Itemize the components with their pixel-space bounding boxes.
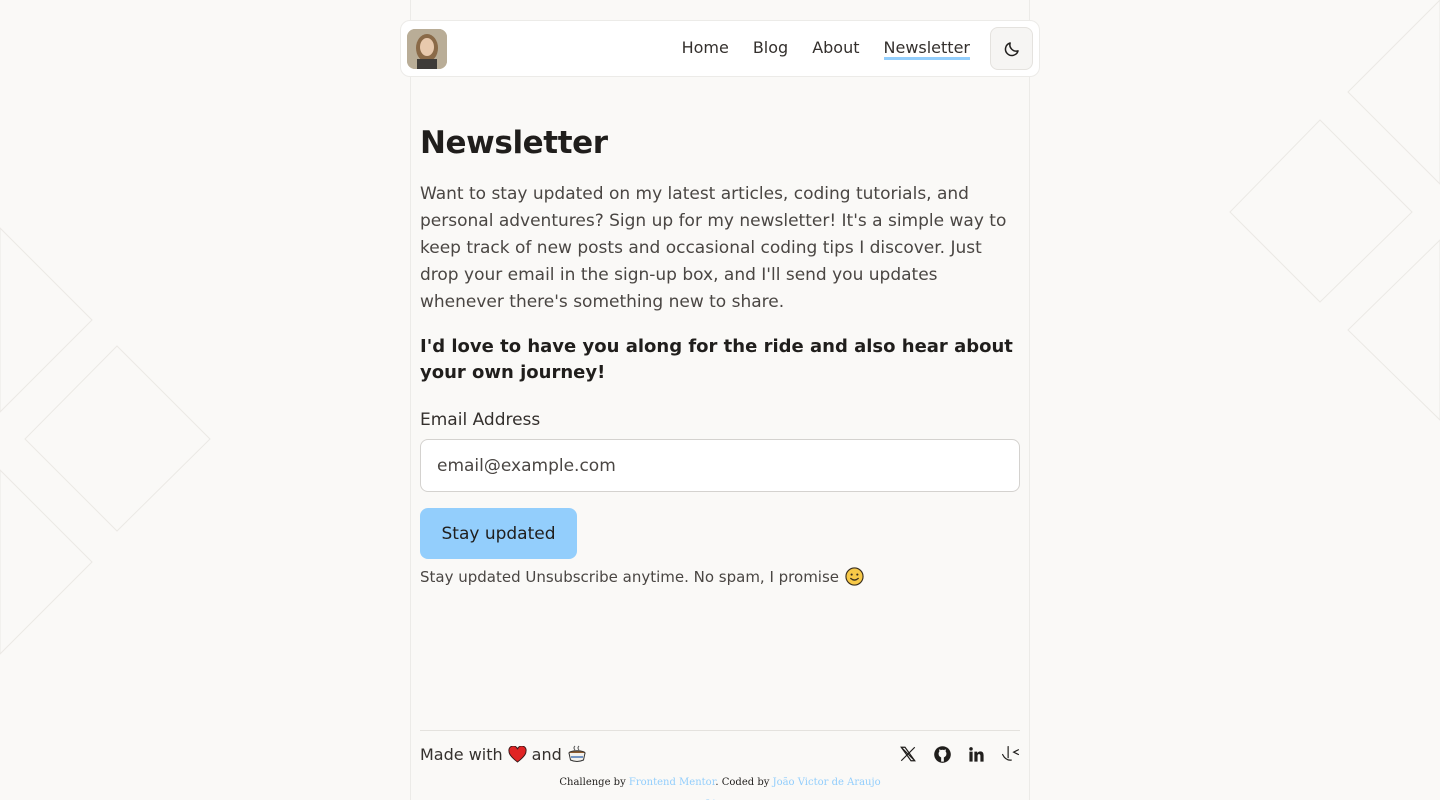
smiley-icon xyxy=(845,567,864,586)
social-links xyxy=(898,744,1020,764)
x-icon[interactable] xyxy=(898,744,918,764)
nav-link-home[interactable]: Home xyxy=(682,38,729,60)
form-note: Stay updated Unsubscribe anytime. No spa… xyxy=(420,567,1020,586)
nav-link-blog[interactable]: Blog xyxy=(753,38,788,60)
heart-icon xyxy=(508,745,527,763)
frontend-mentor-link[interactable]: Frontend Mentor xyxy=(629,777,715,788)
moon-icon xyxy=(1004,41,1019,56)
email-label: Email Address xyxy=(420,410,541,430)
note-text: Stay updated Unsubscribe anytime. No spa… xyxy=(420,567,840,586)
footer-divider xyxy=(420,730,1020,731)
attribution-prefix: Challenge by xyxy=(559,777,629,788)
invitation-text: I'd love to have you along for the ride … xyxy=(420,336,1013,383)
made-with-text: Made with and xyxy=(420,745,587,764)
footer: Made with and xyxy=(420,744,1020,764)
avatar[interactable] xyxy=(407,28,447,69)
intro-paragraph: Want to stay updated on my latest articl… xyxy=(420,184,1007,312)
nav-links: Home Blog About Newsletter xyxy=(682,38,970,60)
nav-link-about[interactable]: About xyxy=(812,38,859,60)
page-title: Newsletter xyxy=(420,125,608,161)
made-with-and: and xyxy=(531,744,562,764)
theme-toggle-button[interactable] xyxy=(990,27,1033,70)
nav-link-newsletter[interactable]: Newsletter xyxy=(883,38,970,60)
stay-updated-button[interactable]: Stay updated xyxy=(420,508,577,559)
attribution: Challenge by Frontend Mentor. Coded by J… xyxy=(556,772,884,800)
email-field[interactable] xyxy=(420,439,1020,492)
github-icon[interactable] xyxy=(932,744,952,764)
made-with-prefix: Made with xyxy=(420,744,503,764)
frontend-mentor-icon[interactable] xyxy=(1000,744,1020,764)
coffee-icon xyxy=(568,745,586,762)
navbar: Home Blog About Newsletter xyxy=(400,20,1040,77)
linkedin-icon[interactable] xyxy=(966,744,986,764)
attribution-middle: . Coded by xyxy=(715,777,773,788)
newsletter-section: Newsletter Want to stay updated on my la… xyxy=(420,125,1020,586)
